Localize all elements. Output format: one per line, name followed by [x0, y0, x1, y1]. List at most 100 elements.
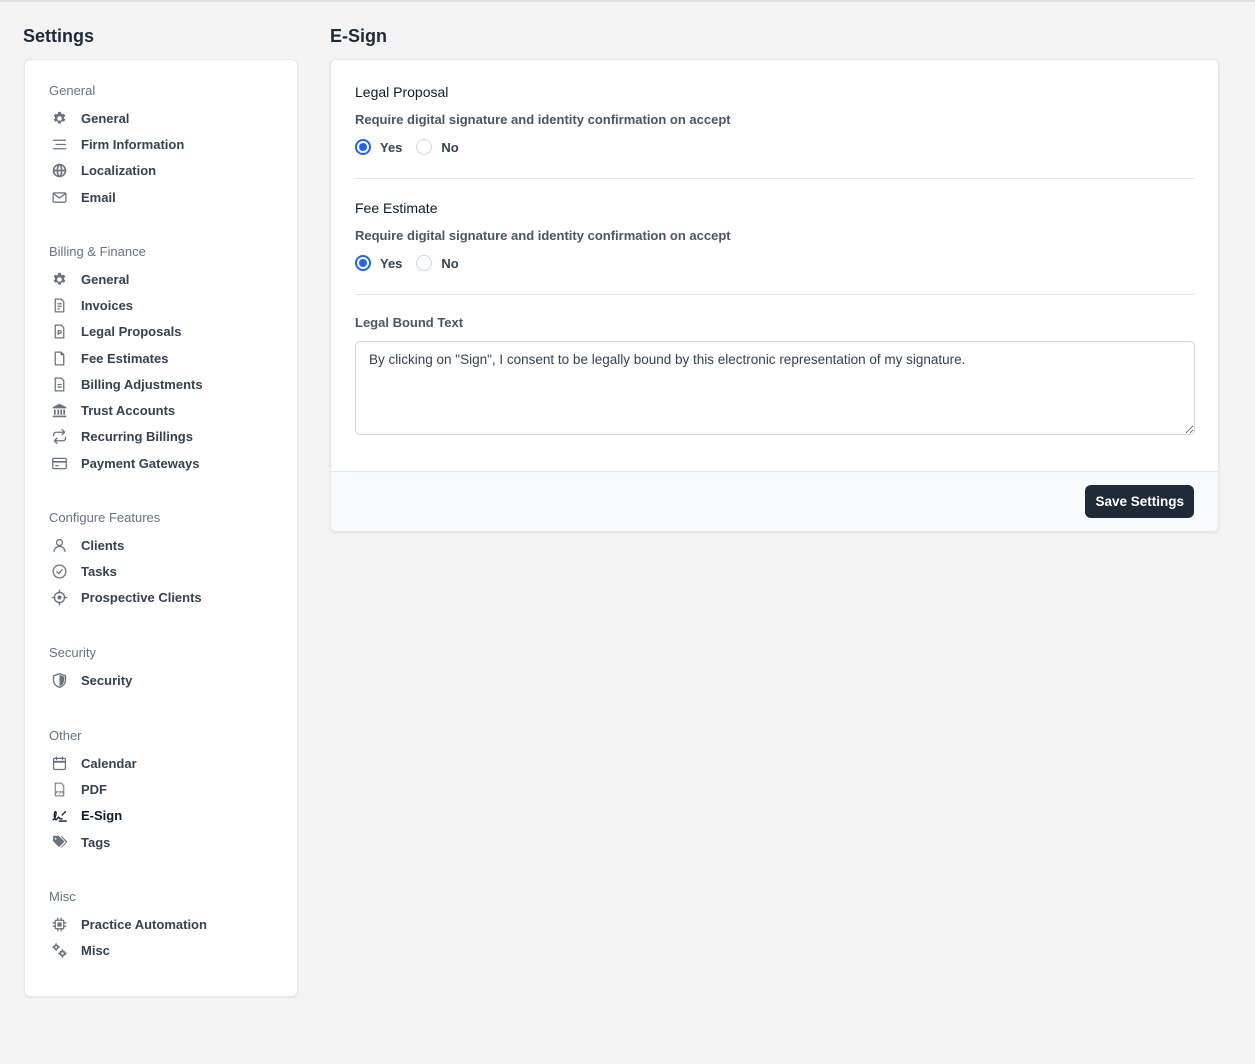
sidebar-item-billing-adjustments[interactable]: Billing Adjustments [49, 371, 289, 397]
chip-icon [49, 914, 69, 934]
sidebar-group-title: Billing & Finance [49, 244, 146, 259]
sidebar-group: Misc Practice Automation Misc [49, 888, 289, 964]
save-settings-button[interactable]: Save Settings [1085, 485, 1194, 518]
credit-card-icon [49, 453, 69, 473]
sidebar-group: Other Calendar PDF PDF E-Sign Tags [49, 727, 289, 855]
sidebar-item-practice-automation[interactable]: Practice Automation [49, 911, 289, 937]
sidebar-item-label: Legal Proposals [81, 324, 182, 340]
sidebar-item-general[interactable]: General [49, 105, 289, 131]
sidebar-item-security[interactable]: Security [49, 667, 289, 693]
sidebar-item-label: Recurring Billings [81, 429, 193, 445]
sidebar-item-tags[interactable]: Tags [49, 829, 289, 855]
sidebar-item-label: Fee Estimates [81, 350, 169, 366]
crosshair-icon [49, 588, 69, 608]
legal-bound-section: Legal Bound Text [355, 315, 1195, 331]
divider [355, 294, 1195, 295]
esign-settings-card: Legal Proposal Require digital signature… [330, 59, 1219, 532]
svg-text:PDF: PDF [55, 790, 64, 794]
sidebar-item-label: Payment Gateways [81, 455, 200, 471]
sidebar-item-general[interactable]: General [49, 266, 289, 292]
radio-indicator[interactable] [416, 255, 433, 271]
proposal-icon [49, 322, 69, 342]
sidebar-item-label: Prospective Clients [81, 590, 202, 606]
sidebar-item-localization[interactable]: Localization [49, 158, 289, 184]
repeat-icon [49, 427, 69, 447]
sidebar-item-clients[interactable]: Clients [49, 532, 289, 558]
bank-icon [49, 401, 69, 421]
file-icon [49, 348, 69, 368]
fee-estimate-yes-radio[interactable]: Yes [355, 255, 402, 271]
sidebar-group: Configure Features Clients Tasks Prospectiv… [49, 509, 289, 611]
sidebar-item-e-sign[interactable]: E-Sign [49, 803, 289, 829]
radio-group: Yes No [355, 138, 1195, 156]
sidebar-group-title: Misc [49, 889, 76, 904]
radio-label: No [441, 139, 459, 155]
sidebar-item-label: Security [81, 672, 133, 688]
sidebar-item-legal-proposals[interactable]: Legal Proposals [49, 319, 289, 345]
legal-proposal-no-radio[interactable]: No [416, 139, 459, 155]
field-label: Require digital signature and identity c… [355, 228, 731, 243]
lines-icon [49, 134, 69, 154]
gear-icon [49, 108, 69, 128]
sidebar-item-label: PDF [81, 781, 107, 797]
user-icon [49, 535, 69, 555]
sidebar-item-label: Tasks [81, 563, 117, 579]
sidebar-item-payment-gateways[interactable]: Payment Gateways [49, 450, 289, 476]
sidebar-item-tasks[interactable]: Tasks [49, 558, 289, 584]
legal-proposal-section: Legal Proposal Require digital signature… [355, 83, 1195, 156]
radio-label: Yes [380, 139, 403, 155]
sidebar-item-email[interactable]: Email [49, 184, 289, 210]
document-icon [49, 374, 69, 394]
radio-label: Yes [380, 255, 403, 271]
shield-icon [49, 670, 69, 690]
pdf-icon: PDF [49, 779, 69, 799]
sidebar-item-fee-estimates[interactable]: Fee Estimates [49, 345, 289, 371]
radio-indicator[interactable] [416, 139, 433, 155]
check-circle-icon [49, 561, 69, 581]
sidebar-item-trust-accounts[interactable]: Trust Accounts [49, 397, 289, 423]
sidebar-item-label: Email [81, 189, 116, 205]
sidebar-item-label: General [81, 110, 130, 126]
sidebar-group-title: Configure Features [49, 510, 161, 525]
sidebar-item-label: Billing Adjustments [81, 376, 203, 392]
sidebar-item-pdf[interactable]: PDF PDF [49, 776, 289, 802]
sidebar-item-label: General [81, 271, 130, 287]
sidebar-item-label: Calendar [81, 755, 137, 771]
gears-icon [49, 940, 69, 960]
sidebar-item-firm-information[interactable]: Firm Information [49, 131, 289, 157]
radio-indicator[interactable] [355, 255, 371, 271]
field-label: Require digital signature and identity c… [355, 112, 731, 127]
envelope-icon [49, 187, 69, 207]
sidebar-item-calendar[interactable]: Calendar [49, 750, 289, 776]
page-title: E-Sign [330, 26, 387, 46]
radio-indicator[interactable] [355, 139, 371, 155]
sidebar-group-title: General [49, 83, 96, 98]
section-title: Legal Proposal [355, 84, 449, 100]
sidebar-item-misc[interactable]: Misc [49, 937, 289, 963]
legal-bound-textarea[interactable]: By clicking on "Sign", I consent to be l… [355, 341, 1195, 435]
sidebar-item-label: Misc [81, 942, 110, 958]
divider [355, 178, 1195, 179]
sidebar-item-prospective-clients[interactable]: Prospective Clients [49, 585, 289, 611]
invoice-icon [49, 295, 69, 315]
signature-icon [49, 806, 69, 826]
card-footer: Save Settings [331, 471, 1218, 531]
fee-estimate-section: Fee Estimate Require digital signature a… [355, 199, 1195, 272]
sidebar-item-label: Practice Automation [81, 916, 207, 932]
gear-icon [49, 269, 69, 289]
sidebar-group-title: Security [49, 645, 96, 660]
sidebar-item-label: Firm Information [81, 136, 185, 152]
sidebar-group: Security Security [49, 644, 289, 693]
sidebar-item-label: E-Sign [81, 808, 123, 824]
legal-bound-label: Legal Bound Text [355, 315, 464, 330]
sidebar-group: General General Firm Information Localizati… [49, 82, 289, 210]
fee-estimate-no-radio[interactable]: No [416, 255, 459, 271]
radio-label: No [441, 255, 459, 271]
calendar-icon [49, 753, 69, 773]
legal-proposal-yes-radio[interactable]: Yes [355, 139, 402, 155]
sidebar-item-recurring-billings[interactable]: Recurring Billings [49, 424, 289, 450]
sidebar-item-label: Tags [81, 834, 111, 850]
sidebar-item-label: Clients [81, 537, 125, 553]
sidebar-group: Billing & Finance General Invoices Legal Pr… [49, 243, 289, 476]
sidebar-item-invoices[interactable]: Invoices [49, 292, 289, 318]
